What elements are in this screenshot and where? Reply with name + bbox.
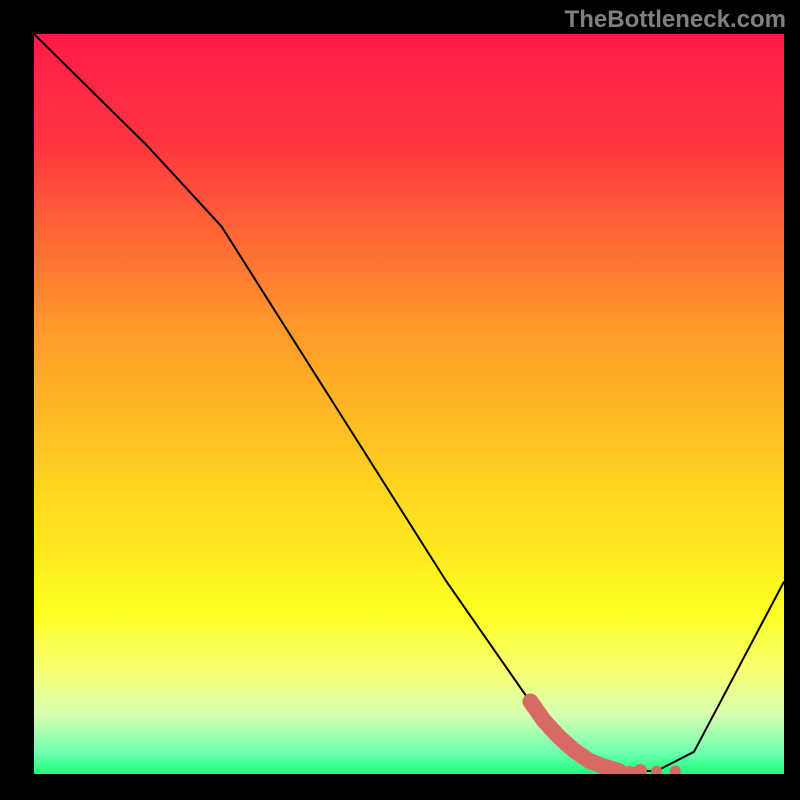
bottleneck-chart: [34, 34, 784, 774]
watermark-label: TheBottleneck.com: [565, 6, 786, 34]
highlight-dash: [624, 766, 636, 774]
chart-frame: TheBottleneck.com: [0, 0, 800, 800]
